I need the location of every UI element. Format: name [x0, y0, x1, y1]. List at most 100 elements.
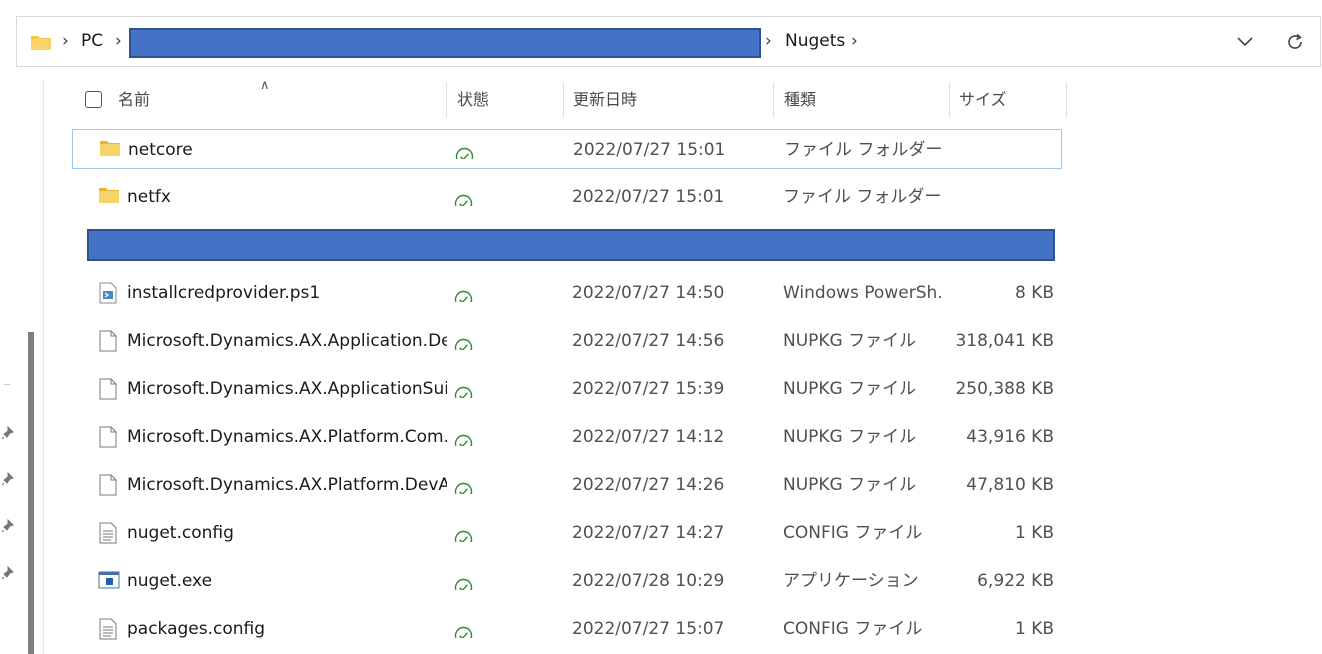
file-modified: 2022/07/27 15:01 — [573, 140, 726, 160]
column-name[interactable]: 名前 — [110, 80, 150, 119]
column-divider[interactable] — [563, 82, 564, 118]
column-status[interactable]: 状態 — [449, 80, 489, 119]
select-all-checkbox[interactable] — [85, 91, 102, 108]
column-divider[interactable] — [446, 82, 447, 118]
file-row[interactable]: nuget.config 2022/07/27 14:27 CONFIG ファイル 1… — [72, 513, 1062, 553]
folder-icon — [28, 29, 54, 55]
config-file-icon — [98, 522, 120, 544]
file-size: 1 KB — [1014, 523, 1054, 543]
breadcrumb-separator[interactable]: › — [851, 17, 858, 66]
refresh-icon[interactable] — [1282, 29, 1308, 55]
file-modified: 2022/07/27 14:12 — [572, 427, 725, 447]
file-name: Microsoft.Dynamics.AX.Platform.Com... — [127, 427, 447, 447]
file-size: 250,388 KB — [955, 379, 1054, 399]
file-size: 43,916 KB — [966, 427, 1054, 447]
file-modified: 2022/07/27 15:39 — [572, 379, 725, 399]
pin-icon[interactable] — [1, 425, 15, 440]
file-modified: 2022/07/27 14:56 — [572, 331, 725, 351]
file-row[interactable]: netfx 2022/07/27 15:01 ファイル フォルダー — [72, 177, 1062, 217]
file-modified: 2022/07/27 15:01 — [572, 187, 725, 207]
sync-status-icon — [455, 141, 475, 159]
file-row[interactable]: installcredprovider.ps1 2022/07/27 14:50 W… — [72, 273, 1062, 313]
file-modified: 2022/07/27 15:07 — [572, 619, 725, 639]
file-modified: 2022/07/27 14:26 — [572, 475, 725, 495]
file-size: 1 KB — [1014, 619, 1054, 639]
sync-status-icon — [454, 428, 474, 446]
file-size: 318,041 KB — [955, 331, 1054, 351]
file-type: ファイル フォルダー — [784, 140, 943, 160]
redacted-row — [87, 229, 1055, 261]
file-size — [933, 130, 1053, 170]
sync-status-icon — [454, 332, 474, 350]
column-header: ∧ 名前 状態 更新日時 種類 サイズ — [76, 78, 1068, 119]
pin-icon[interactable] — [1, 565, 15, 580]
file-type: NUPKG ファイル — [783, 427, 917, 447]
file-size: 8 KB — [1014, 283, 1054, 303]
file-icon — [98, 474, 120, 496]
sync-status-icon — [454, 572, 474, 590]
navigation-pane-divider — [43, 80, 44, 654]
file-name: Microsoft.Dynamics.AX.Platform.DevA... — [127, 475, 447, 495]
file-modified: 2022/07/27 14:27 — [572, 523, 725, 543]
file-row[interactable]: nuget.exe 2022/07/28 10:29 アプリケーション 6,922 K… — [72, 561, 1062, 601]
file-size: 6,922 KB — [977, 571, 1054, 591]
column-divider[interactable] — [949, 82, 950, 118]
file-name: packages.config — [127, 619, 266, 639]
column-size[interactable]: サイズ — [951, 80, 1007, 119]
file-row[interactable]: netcore 2022/07/27 15:01 ファイル フォルダー — [72, 129, 1062, 169]
file-name: netcore — [128, 140, 193, 160]
column-divider[interactable] — [1066, 82, 1067, 118]
file-size — [934, 177, 1054, 217]
folder-icon — [99, 139, 121, 161]
file-icon — [98, 426, 120, 448]
file-type: アプリケーション — [783, 571, 919, 591]
file-icon — [98, 330, 120, 352]
file-type: CONFIG ファイル — [783, 619, 923, 639]
file-name: netfx — [127, 187, 171, 207]
sync-status-icon — [454, 188, 474, 206]
chevron-down-icon[interactable] — [1232, 29, 1258, 55]
file-row[interactable]: Microsoft.Dynamics.AX.Platform.Com... 202… — [72, 417, 1062, 457]
file-size: 47,810 KB — [966, 475, 1054, 495]
breadcrumb-separator: › — [765, 31, 772, 51]
file-name: installcredprovider.ps1 — [127, 283, 321, 303]
file-modified: 2022/07/28 10:29 — [572, 571, 725, 591]
sync-status-icon — [454, 524, 474, 542]
file-row[interactable]: Microsoft.Dynamics.AX.Application.De... 2… — [72, 321, 1062, 361]
file-name: Microsoft.Dynamics.AX.Application.De... — [127, 331, 447, 351]
file-type: CONFIG ファイル — [783, 523, 923, 543]
file-row[interactable]: packages.config 2022/07/27 15:07 CONFIG ファ… — [72, 609, 1062, 649]
powershell-script-icon — [98, 282, 120, 304]
file-row[interactable]: Microsoft.Dynamics.AX.ApplicationSui... 2… — [72, 369, 1062, 409]
folder-icon — [98, 186, 120, 208]
file-icon — [98, 378, 120, 400]
file-type: Windows PowerSh... — [783, 283, 943, 303]
sync-status-icon — [454, 620, 474, 638]
address-bar[interactable]: › PC › › Nugets › — [16, 16, 1321, 67]
file-type: NUPKG ファイル — [783, 379, 917, 399]
file-name: nuget.config — [127, 523, 234, 543]
sort-ascending-icon: ∧ — [260, 78, 270, 93]
navigation-pane-scrollbar[interactable] — [28, 332, 34, 654]
file-type: NUPKG ファイル — [783, 475, 917, 495]
breadcrumb-separator: › — [115, 31, 122, 51]
redacted-path — [129, 28, 761, 58]
file-type: NUPKG ファイル — [783, 331, 917, 351]
sync-status-icon — [454, 380, 474, 398]
pin-icon[interactable] — [1, 471, 15, 486]
breadcrumb-pc[interactable]: PC — [81, 17, 103, 66]
column-type[interactable]: 種類 — [776, 80, 816, 119]
file-type: ファイル フォルダー — [783, 187, 942, 207]
column-divider[interactable] — [773, 82, 774, 118]
column-modified[interactable]: 更新日時 — [565, 80, 637, 119]
file-row[interactable]: Microsoft.Dynamics.AX.Platform.DevA... 20… — [72, 465, 1062, 505]
file-name: Microsoft.Dynamics.AX.ApplicationSui... — [127, 379, 447, 399]
breadcrumb-separator: › — [62, 31, 69, 51]
application-icon — [98, 570, 120, 592]
sync-status-icon — [454, 284, 474, 302]
sync-status-icon — [454, 476, 474, 494]
file-name: nuget.exe — [127, 571, 213, 591]
pin-icon[interactable] — [1, 518, 15, 533]
breadcrumb-nugets[interactable]: Nugets — [785, 17, 845, 66]
file-modified: 2022/07/27 14:50 — [572, 283, 725, 303]
